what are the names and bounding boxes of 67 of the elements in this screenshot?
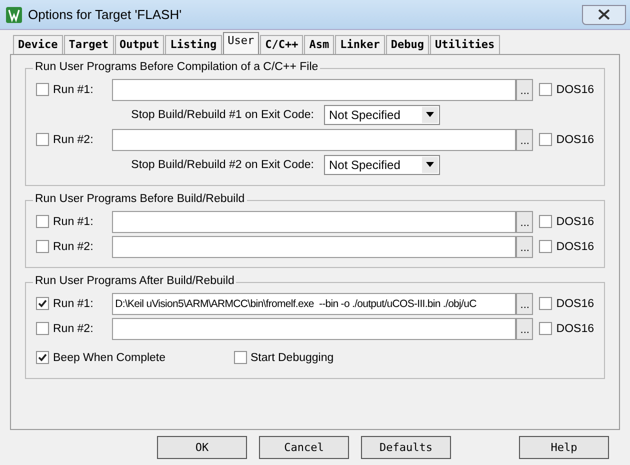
close-button[interactable] xyxy=(582,4,626,24)
exit-code-label: Stop Build/Rebuild #2 on Exit Code: xyxy=(130,158,314,170)
checkbox-label: DOS16 xyxy=(556,216,594,228)
exit-code-label: Stop Build/Rebuild #1 on Exit Code: xyxy=(130,108,314,120)
command-field[interactable] xyxy=(112,128,516,150)
checkbox-label: Run #2: xyxy=(53,134,94,146)
checkbox[interactable] xyxy=(36,83,49,96)
checkbox[interactable] xyxy=(36,215,49,228)
checkbox[interactable] xyxy=(539,133,552,146)
checkbox-label: DOS16 xyxy=(556,84,594,96)
browse-button[interactable]: ... xyxy=(516,318,534,340)
dialog-button[interactable]: Help xyxy=(519,436,609,459)
dropdown-arrow-icon xyxy=(426,112,434,117)
checkbox[interactable] xyxy=(36,240,49,253)
window-title: Options for Target 'FLASH' xyxy=(28,7,182,22)
browse-button[interactable]: ... xyxy=(516,210,534,232)
browse-button[interactable]: ... xyxy=(516,128,534,150)
checkbox-label: Run #2: xyxy=(53,240,94,252)
checkbox[interactable] xyxy=(539,297,552,310)
tab[interactable]: User xyxy=(222,32,260,54)
group-title: Run User Programs After Build/Rebuild xyxy=(33,275,236,287)
exit-code-dropdown[interactable]: Not Specified xyxy=(324,104,440,124)
tab[interactable]: Listing xyxy=(165,35,222,54)
command-field[interactable] xyxy=(112,318,516,340)
close-icon xyxy=(598,9,610,20)
exit-code-dropdown[interactable]: Not Specified xyxy=(324,154,440,174)
checkbox[interactable] xyxy=(36,351,49,364)
tab[interactable]: Linker xyxy=(335,35,385,54)
checkbox[interactable] xyxy=(36,322,49,335)
tab[interactable]: Device xyxy=(13,35,63,54)
group-title: Run User Programs Before Build/Rebuild xyxy=(33,193,247,205)
checkbox-label: DOS16 xyxy=(556,240,594,252)
browse-button[interactable]: ... xyxy=(516,78,534,100)
dropdown-arrow-icon xyxy=(426,162,434,167)
command-field[interactable] xyxy=(112,78,516,100)
checkbox[interactable] xyxy=(539,322,552,335)
command-field[interactable] xyxy=(112,236,516,258)
checkbox-label: Beep When Complete xyxy=(53,352,166,364)
group-title: Run User Programs Before Compilation of a C/C++ File xyxy=(33,61,320,73)
browse-button[interactable]: ... xyxy=(516,292,534,314)
checkbox[interactable] xyxy=(539,83,552,96)
checkbox[interactable] xyxy=(234,351,247,364)
checkbox-label: DOS16 xyxy=(556,134,594,146)
tab[interactable]: C/C++ xyxy=(260,35,304,54)
tab[interactable]: Asm xyxy=(304,35,334,54)
checkbox-label: Start Debugging xyxy=(250,352,334,364)
checkbox-label: DOS16 xyxy=(556,322,594,334)
checkbox-label: DOS16 xyxy=(556,298,594,310)
checkbox-label: Run #1: xyxy=(53,84,94,96)
checkbox-label: Run #2: xyxy=(53,322,94,334)
command-field[interactable] xyxy=(112,210,516,232)
checkbox[interactable] xyxy=(36,297,49,310)
command-field[interactable]: D:\Keil uVision5\ARM\ARMCC\bin\fromelf.exe --bin -o ./output/uCOS-III.bin ./obj/uC xyxy=(112,292,516,314)
browse-button[interactable]: ... xyxy=(516,236,534,258)
checkbox[interactable] xyxy=(539,215,552,228)
dialog-button[interactable]: Defaults xyxy=(361,436,451,459)
dialog-button[interactable]: OK xyxy=(157,436,247,459)
dialog-button[interactable]: Cancel xyxy=(259,436,349,459)
tab[interactable]: Target xyxy=(64,35,114,54)
tab[interactable]: Debug xyxy=(386,35,429,54)
checkbox[interactable] xyxy=(36,133,49,146)
tab[interactable]: Output xyxy=(114,35,164,54)
checkbox-label: Run #1: xyxy=(53,216,94,228)
app-icon xyxy=(6,6,22,22)
tab[interactable]: Utilities xyxy=(430,35,500,54)
checkbox[interactable] xyxy=(539,240,552,253)
checkbox-label: Run #1: xyxy=(53,298,94,310)
